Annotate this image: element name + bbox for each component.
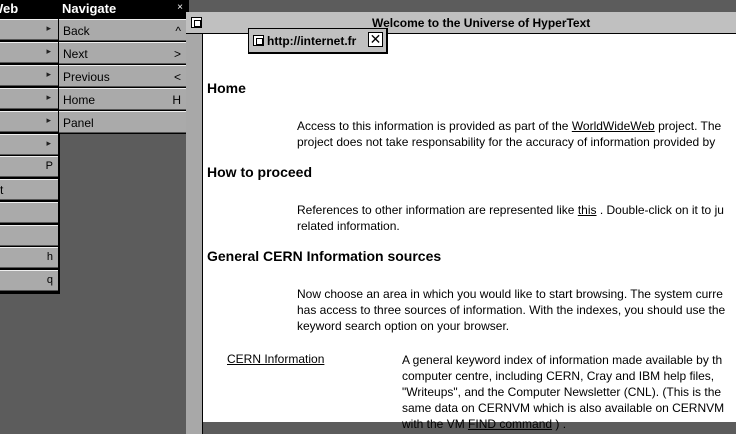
document-window: Welcome to the Universe of HyperText Hom… [186,12,736,434]
main-menu-item[interactable]: P [0,156,58,177]
miniaturize-icon[interactable] [191,17,202,28]
menu-item-label: Back [63,24,90,38]
submenu-arrow-icon: ▸ [46,69,51,79]
menu-item-label: Home [63,93,96,107]
miniaturize-icon[interactable] [253,35,264,46]
paragraph-line: "Writeups", and the Computer Newsletter … [402,385,722,399]
scrollbar[interactable] [186,34,203,434]
submenu-arrow-icon: ▸ [46,23,51,33]
text: References to other information are repr… [297,203,578,217]
text: with the VM [402,417,469,431]
mini-window-title: http://internet.fr [267,34,357,48]
submenu-arrow-icon: ▸ [46,92,51,102]
menu-item-panel[interactable]: Panel [59,111,187,133]
close-icon[interactable]: ✕ [368,32,383,47]
menu-item-label: Previous [63,70,110,84]
mini-window[interactable]: http://internet.fr ✕ [248,28,388,54]
document-content: Home Access to this information is provi… [207,34,736,431]
main-menu-item[interactable]: h [0,247,58,268]
main-menu-item[interactable]: ▸ [0,65,58,86]
shortcut-key: P [45,160,53,172]
menu-item-label: Panel [63,116,94,130]
close-icon[interactable]: × [175,3,185,13]
paragraph-line: keyword search option on your browser. [297,319,510,333]
menu-item-label: Next [63,47,88,61]
main-menu-item[interactable] [0,225,58,246]
paragraph-line: A general keyword index of information m… [402,353,723,367]
text: project. The [654,119,722,133]
main-menu-item[interactable]: ▸ [0,42,58,63]
main-menu-item[interactable]: ▸ [0,88,58,109]
menu-item-label: t [0,183,4,197]
section-heading-proceed: How to proceed [207,164,313,180]
paragraph-line: related information. [297,219,400,233]
paragraph-line: Access to this information is provided a… [297,118,721,134]
link-cern-information[interactable]: CERN Information [227,352,324,366]
main-menu-item[interactable]: ▸ [0,111,58,132]
main-menu-item[interactable]: ▸ [0,134,58,155]
text: Access to this information is provided a… [297,119,572,133]
submenu-arrow-icon: ▸ [46,115,51,125]
main-menu-item[interactable]: ▸ [0,19,58,40]
link-find-command[interactable]: FIND command [468,417,552,431]
paragraph-line: References to other information are repr… [297,202,724,218]
shortcut-key: > [173,47,181,61]
main-menu: Web ▸ ▸ ▸ ▸ ▸ ▸ Pt hq [0,0,60,294]
shortcut-key: h [46,251,53,263]
menu-item-previous[interactable]: Previous < [59,65,187,87]
menu-item-home[interactable]: Home H [59,88,187,110]
main-menu-item[interactable]: t [0,179,58,200]
navigate-menu: Navigate × Back ^ Next > Previous < Home… [58,0,189,134]
section-heading-cern: General CERN Information sources [207,248,442,264]
link-worldwideweb[interactable]: WorldWideWeb [572,119,655,133]
text: . Double-click on it to ju [596,203,724,217]
shortcut-key: ^ [175,24,181,38]
entry-description: A general keyword index of information m… [402,352,724,432]
paragraph-line: with the VM FIND command ) . [402,416,724,432]
menu-item-next[interactable]: Next > [59,42,187,64]
paragraph-line: has access to three sources of informati… [297,303,726,317]
main-menu-item[interactable] [0,202,58,223]
text: ) . [552,417,567,431]
main-menu-item[interactable]: q [0,270,58,291]
shortcut-key: H [172,93,181,107]
menu-item-back[interactable]: Back ^ [59,19,187,41]
section-heading-home: Home [207,80,246,96]
submenu-arrow-icon: ▸ [46,46,51,56]
shortcut-key: < [173,70,181,84]
paragraph-line: Now choose an area in which you would li… [297,287,723,301]
link-this[interactable]: this [578,203,597,217]
navigate-menu-title: Navigate [62,1,117,16]
paragraph-line: project does not take responsability for… [297,135,716,149]
main-menu-title: Web [0,1,19,16]
document-title: Welcome to the Universe of HyperText [372,16,591,30]
paragraph-line: computer centre, including CERN, Cray an… [402,369,715,383]
shortcut-key: q [46,274,53,286]
submenu-arrow-icon: ▸ [46,138,51,148]
